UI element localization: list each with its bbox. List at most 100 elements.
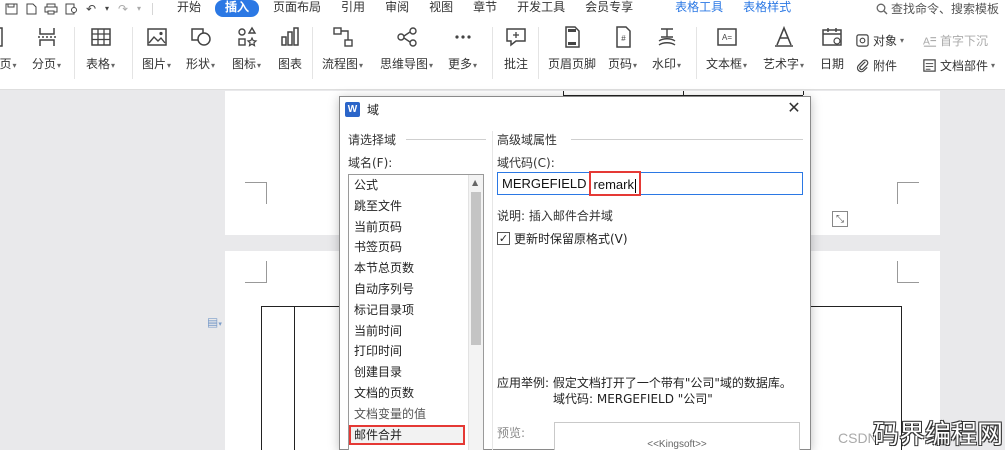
list-item-selected[interactable]: 邮件合并 [349,424,465,446]
tab-review[interactable]: 审阅 [375,0,419,17]
tab-page-layout[interactable]: 页面布局 [263,0,331,17]
close-icon[interactable]: ✕ [786,100,802,116]
date-button[interactable]: 日期 [820,25,844,77]
drop-cap-icon: A [923,36,937,47]
drop-cap-button[interactable]: A 首字下沉 [922,31,988,49]
page-number-button[interactable]: # 页码▾ [608,25,637,77]
table-border [803,91,804,95]
list-item[interactable]: 跳至文件 [349,196,465,217]
section-divider [571,139,803,140]
list-item[interactable]: 当前时间 [349,321,465,342]
flowchart-label: 流程图 [322,57,359,71]
crop-mark [897,261,919,283]
tab-view[interactable]: 视图 [419,0,463,17]
more-label: 更多 [448,57,473,71]
watermark-icon [658,28,675,46]
object-icon [856,33,869,47]
page-break-button[interactable]: 分页▾ [32,25,61,77]
undo-icon[interactable]: ↶ [84,3,98,15]
preview-label: 预览: [497,426,526,440]
paragraph-handle-icon[interactable]: ▤▾ [207,315,222,329]
wordart-icon [774,25,793,47]
wordart-label: 艺术字 [763,57,800,71]
attachment-button[interactable]: 附件 [855,56,897,74]
page-icon [0,27,3,47]
redo-icon[interactable]: ↷ [116,3,130,15]
mindmap-label: 思维导图 [380,57,429,71]
list-item[interactable]: 自动序列号 [349,279,465,300]
shape-button[interactable]: 形状▾ [186,25,215,77]
tab-table-tools[interactable]: 表格工具 [665,0,733,17]
csdn-watermark: CSDN [838,430,878,446]
page-label: 页 [0,57,12,71]
icon-label: 图标 [232,57,257,71]
scroll-up-icon[interactable]: ▲ [472,178,478,187]
header-footer-button[interactable]: 页眉页脚 [548,25,596,77]
print-preview-icon[interactable] [64,3,78,15]
ribbon-page-button[interactable]: 页▾ [0,25,20,77]
field-name-list[interactable]: 公式 跳至文件 当前页码 书签页码 本节总页数 自动序列号 标记目录项 当前时间… [348,174,484,450]
crop-mark [897,182,919,204]
field-code-keyword: MERGEFIELD [502,176,587,191]
mindmap-button[interactable]: 思维导图▾ [380,25,433,77]
textbox-label: 文本框 [706,57,743,71]
crop-mark [245,261,267,283]
keep-format-checkbox[interactable]: ✓ [497,232,510,245]
tab-home[interactable]: 开始 [167,0,211,17]
picture-button[interactable]: 图片▾ [142,25,171,77]
icon-button[interactable]: 图标▾ [232,25,261,77]
export-pdf-icon[interactable] [24,3,38,15]
more-button[interactable]: 更多▾ [448,25,477,77]
search-placeholder: 查找命令、搜索模板 [890,2,999,16]
comment-button[interactable]: 批注 [504,25,528,77]
dialog-titlebar: W 域 [340,97,810,121]
tab-table-style[interactable]: 表格样式 [733,0,801,17]
list-item[interactable]: 创建目录 [349,362,465,383]
svg-text:A=: A= [722,33,732,42]
list-item[interactable]: 文档变量的值 [349,404,465,425]
list-item[interactable]: 标记目录项 [349,300,465,321]
chart-button[interactable]: 图表 [278,25,302,77]
tab-member[interactable]: 会员专享 [575,0,643,17]
table-border [261,306,262,450]
flowchart-button[interactable]: 流程图▾ [322,25,363,77]
crop-mark [245,182,267,204]
textbox-button[interactable]: A= 文本框▾ [706,25,747,77]
list-item[interactable]: 当前页码 [349,217,465,238]
choose-field-label: 请选择域 [348,133,397,147]
list-scrollbar[interactable]: ▲ [468,175,483,450]
site-watermark: CSDN 码界编程网 [828,410,1005,450]
toolbar-divider [152,2,153,15]
list-item[interactable]: 文档的页数 [349,383,465,404]
dialog-title: 域 [367,102,380,117]
example-line-2: 域代码: MERGEFIELD "公司" [553,392,713,406]
drop-cap-label: 首字下沉 [940,33,989,48]
undo-dropdown-icon[interactable]: ▾ [104,3,110,15]
scrollbar-thumb[interactable] [471,192,481,345]
tab-section[interactable]: 章节 [463,0,507,17]
table-icon [90,28,111,46]
save-icon[interactable] [4,3,18,15]
header-footer-label: 页眉页脚 [548,57,597,71]
comment-icon [506,28,526,47]
list-item[interactable]: 书签页码 [349,237,465,258]
watermark-button[interactable]: 水印▾ [652,25,681,77]
list-item[interactable]: 打印时间 [349,341,465,362]
doc-parts-button[interactable]: 文档部件 ▾ [922,56,995,74]
wordart-button[interactable]: 艺术字▾ [763,25,804,77]
advanced-properties-label: 高级域属性 [497,133,558,147]
doc-parts-label: 文档部件 [940,58,989,73]
table-button[interactable]: 表格▾ [86,25,115,77]
tab-references[interactable]: 引用 [331,0,375,17]
list-item[interactable]: 本节总页数 [349,258,465,279]
print-icon[interactable] [44,3,58,15]
tab-developer[interactable]: 开发工具 [507,0,575,17]
field-code-input[interactable]: MERGEFIELD remark [497,171,803,196]
redo-dropdown-icon[interactable]: ▾ [136,3,142,15]
keep-format-option[interactable]: ✓ 更新时保留原格式(V) [497,230,628,247]
command-search[interactable]: 查找命令、搜索模板 [876,0,1005,17]
list-item[interactable]: 公式 [349,175,465,196]
resize-icon[interactable]: ⤡ [832,211,848,227]
tab-insert[interactable]: 插入 [215,0,260,17]
object-button[interactable]: 对象 ▾ [855,31,904,49]
